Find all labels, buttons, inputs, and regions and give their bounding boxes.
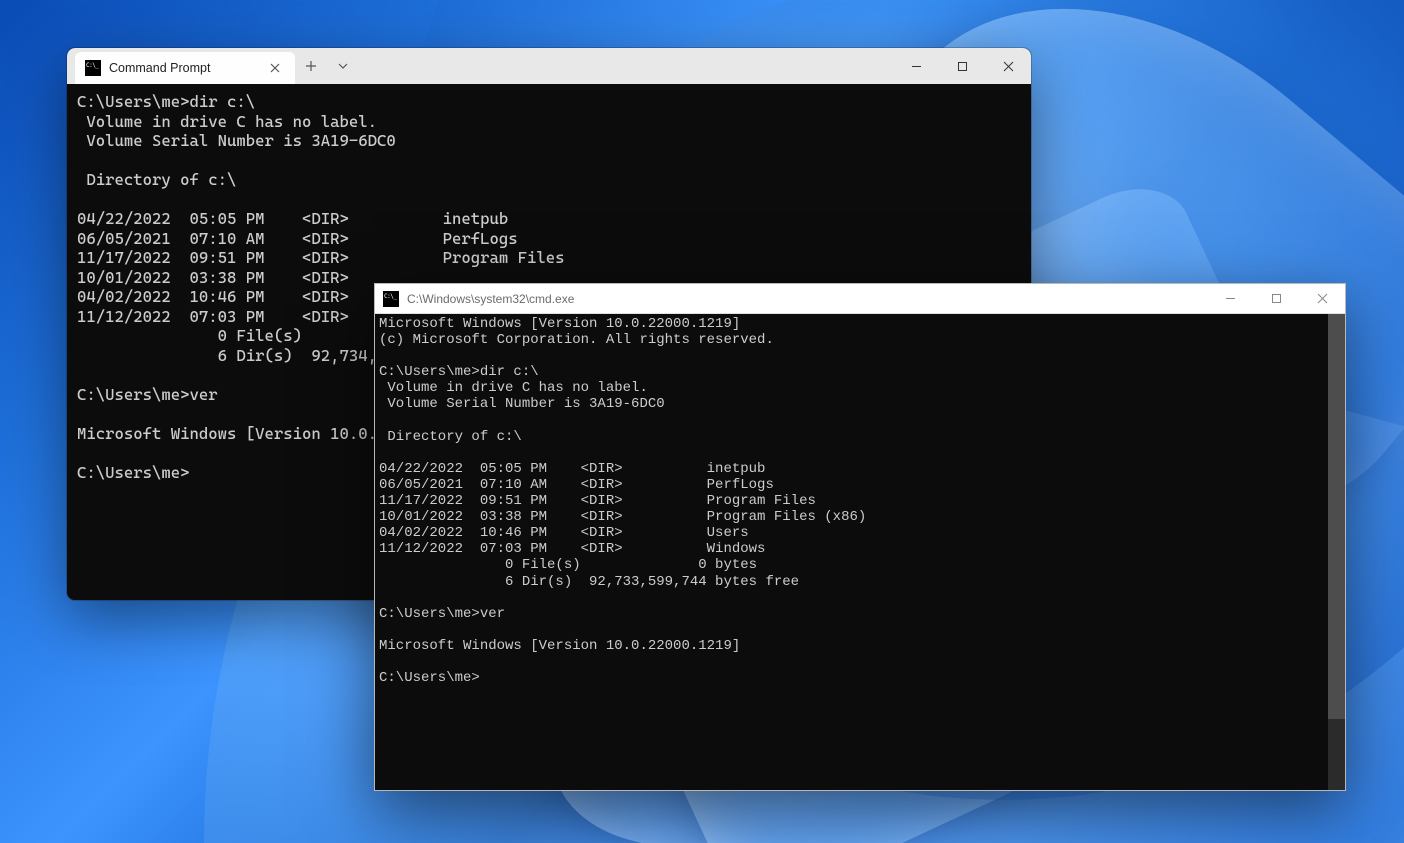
cmd-conhost-window: C:\Windows\system32\cmd.exe Microsoft Wi… [374, 283, 1346, 791]
cmd-window-title: C:\Windows\system32\cmd.exe [407, 292, 574, 306]
window-control-buttons [1207, 284, 1345, 313]
tab-dropdown-button[interactable] [327, 48, 359, 84]
minimize-icon [911, 61, 922, 72]
window-control-buttons [893, 48, 1031, 84]
minimize-icon [1225, 293, 1236, 304]
cmd-client-area: Microsoft Windows [Version 10.0.22000.12… [375, 314, 1345, 790]
tab-close-button[interactable] [265, 58, 285, 78]
maximize-icon [1271, 293, 1282, 304]
scrollbar-thumb[interactable] [1328, 314, 1345, 719]
minimize-button[interactable] [893, 48, 939, 84]
new-tab-button[interactable] [295, 48, 327, 84]
terminal-tabstrip: Command Prompt [67, 48, 295, 84]
close-button[interactable] [1299, 284, 1345, 313]
close-icon [1003, 61, 1014, 72]
cmd-icon [383, 291, 399, 307]
terminal-tab-active[interactable]: Command Prompt [75, 52, 295, 84]
close-button[interactable] [985, 48, 1031, 84]
maximize-button[interactable] [1253, 284, 1299, 313]
plus-icon [305, 60, 317, 72]
maximize-icon [957, 61, 968, 72]
chevron-down-icon [338, 63, 348, 69]
cmd-icon [85, 60, 101, 76]
terminal-titlebar[interactable]: Command Prompt [67, 48, 1031, 84]
close-icon [1317, 293, 1328, 304]
maximize-button[interactable] [939, 48, 985, 84]
close-icon [270, 63, 280, 73]
minimize-button[interactable] [1207, 284, 1253, 313]
cmd-output[interactable]: Microsoft Windows [Version 10.0.22000.12… [375, 314, 1345, 790]
terminal-tab-title: Command Prompt [109, 61, 210, 75]
cmd-titlebar[interactable]: C:\Windows\system32\cmd.exe [375, 284, 1345, 314]
vertical-scrollbar[interactable] [1328, 314, 1345, 790]
